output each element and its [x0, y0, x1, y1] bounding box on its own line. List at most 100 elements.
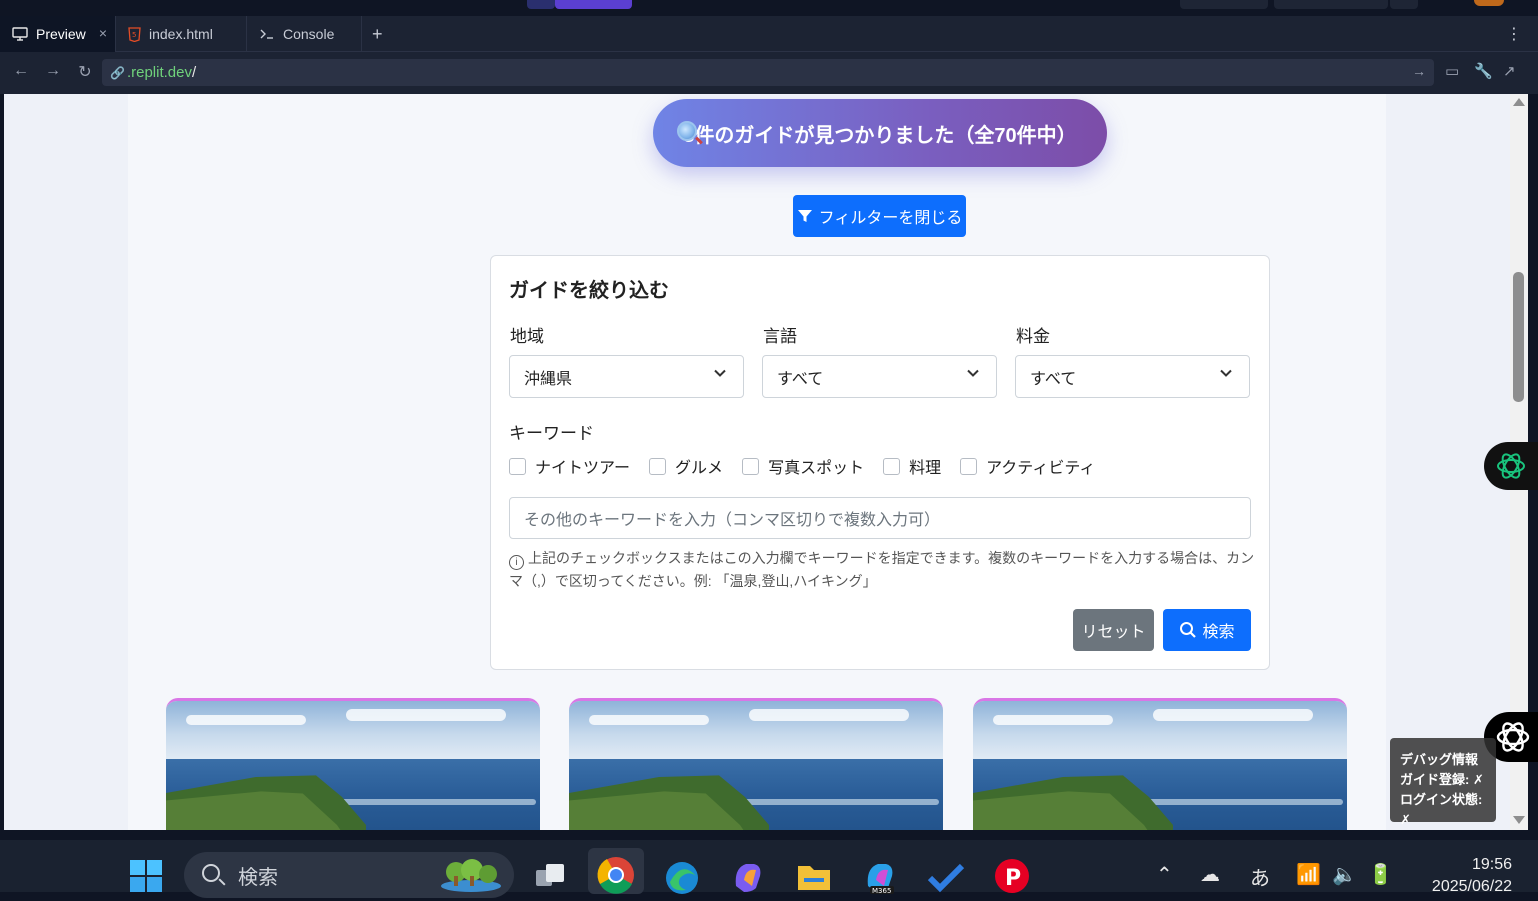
- url-input[interactable]: 🔗 .replit.dev / →: [102, 59, 1434, 86]
- search-icon: [1180, 622, 1197, 638]
- forward-arrow-icon[interactable]: →: [43, 62, 63, 80]
- add-tab-button[interactable]: +: [372, 24, 383, 45]
- magnifier-icon: [677, 121, 697, 141]
- keyword-checkboxes: ナイトツアー グルメ 写真スポット 料理 アクティビティ: [509, 454, 1095, 478]
- svg-text:5: 5: [132, 31, 136, 39]
- wifi-icon[interactable]: 📶: [1296, 862, 1321, 887]
- volume-icon[interactable]: 🔈: [1332, 862, 1357, 887]
- taskbar-clock[interactable]: 19:56 2025/06/22: [1420, 854, 1512, 898]
- page-content: 3件のガイドが見つかりました（全70件中） フィルターを閉じる ガイドを絞り込む…: [128, 94, 1386, 830]
- chatgpt-extension-button[interactable]: [1484, 442, 1538, 490]
- chevron-up-icon[interactable]: ⌃: [1156, 862, 1173, 887]
- language-select[interactable]: すべて: [762, 355, 997, 398]
- keyword-checkbox-activity[interactable]: アクティビティ: [960, 454, 1095, 478]
- reload-icon[interactable]: ↻: [75, 62, 95, 82]
- region-label: 地域: [510, 327, 544, 346]
- keyword-input-placeholder: その他のキーワードを入力（コンマ区切りで複数入力可）: [524, 512, 941, 529]
- tab-console[interactable]: Console: [247, 16, 362, 52]
- search-button-label: 検索: [1202, 624, 1235, 641]
- keyword-checkbox-gourmet[interactable]: グルメ: [649, 454, 723, 478]
- debug-guide-registered: ガイド登録: ✗: [1400, 772, 1484, 787]
- help-text: 上記のチェックボックスまたはこの入力欄でキーワードを指定できます。複数のキーワー…: [509, 550, 1255, 589]
- checkbox-label: ナイトツアー: [535, 460, 631, 477]
- devices-icon[interactable]: ▭: [1445, 62, 1459, 80]
- clock-time: 19:56: [1471, 856, 1512, 873]
- url-path: /: [192, 64, 197, 81]
- checkbox[interactable]: [960, 457, 978, 475]
- ime-indicator[interactable]: あ: [1250, 862, 1270, 891]
- price-label: 料金: [1016, 327, 1050, 346]
- checkbox-label: アクティビティ: [986, 460, 1096, 477]
- checkbox[interactable]: [509, 457, 526, 475]
- filter-panel: ガイドを絞り込む 地域 沖縄県 言語 すべて 料金 すべて キーワード ナイトツ…: [490, 255, 1270, 670]
- checkbox[interactable]: [649, 457, 667, 475]
- results-count-text: 3件のガイドが見つかりました（全70件中）: [683, 124, 1077, 147]
- onedrive-cloud-icon[interactable]: ☁: [1200, 862, 1220, 887]
- debug-login-state: ログイン状態: ✗: [1400, 792, 1483, 827]
- close-filter-button[interactable]: フィルターを閉じる: [793, 195, 966, 237]
- taskbar-search-box[interactable]: 検索: [184, 852, 514, 898]
- m365-taskbar-icon[interactable]: M365: [860, 856, 900, 896]
- windows-start-icon[interactable]: [128, 858, 164, 894]
- guide-card[interactable]: [166, 698, 540, 830]
- avatar[interactable]: [1474, 0, 1504, 6]
- taskbar-search-placeholder: 検索: [238, 866, 278, 889]
- filter-panel-title: ガイドを絞り込む: [509, 280, 669, 302]
- guide-card-image: [973, 701, 1347, 830]
- region-select[interactable]: 沖縄県: [509, 355, 744, 398]
- price-select[interactable]: すべて: [1015, 355, 1250, 398]
- chevron-down-icon: [714, 369, 726, 377]
- chrome-taskbar-icon[interactable]: [588, 848, 644, 894]
- go-arrow-icon[interactable]: →: [1412, 63, 1426, 79]
- keyword-input[interactable]: その他のキーワードを入力（コンマ区切りで複数入力可）: [509, 497, 1251, 539]
- info-icon: i: [509, 555, 524, 570]
- top-strip-segment: [1390, 0, 1418, 9]
- checkbox[interactable]: [883, 457, 901, 475]
- scroll-down-icon[interactable]: [1513, 816, 1525, 824]
- tab-index-html[interactable]: 5 index.html: [116, 16, 247, 52]
- edge-taskbar-icon[interactable]: [662, 856, 702, 896]
- todo-taskbar-icon[interactable]: [926, 856, 966, 896]
- top-strip-segment: [527, 0, 555, 9]
- reset-button[interactable]: リセット: [1073, 609, 1154, 651]
- back-arrow-icon[interactable]: ←: [11, 62, 31, 80]
- copilot-taskbar-icon[interactable]: [728, 856, 768, 896]
- scroll-up-icon[interactable]: [1513, 98, 1525, 106]
- more-options-icon[interactable]: ⋮: [1506, 24, 1522, 44]
- keyword-checkbox-photo-spot[interactable]: 写真スポット: [742, 454, 864, 478]
- keyword-help-text: i 上記のチェックボックスまたはこの入力欄でキーワードを指定できます。複数のキーワ…: [509, 547, 1255, 593]
- file-explorer-taskbar-icon[interactable]: [794, 856, 834, 896]
- language-label: 言語: [763, 327, 797, 346]
- battery-icon[interactable]: 🔋: [1368, 862, 1393, 887]
- wrench-icon[interactable]: 🔧: [1474, 62, 1493, 80]
- link-icon: 🔗: [110, 65, 125, 80]
- svg-text:P: P: [1005, 866, 1021, 891]
- window-top-strip: [0, 0, 1538, 16]
- keyword-checkbox-cooking[interactable]: 料理: [883, 454, 941, 478]
- html5-icon: 5: [128, 26, 141, 42]
- tab-preview[interactable]: Preview ×: [0, 16, 116, 52]
- pinterest-taskbar-icon[interactable]: P: [992, 856, 1032, 896]
- preview-viewport: 3件のガイドが見つかりました（全70件中） フィルターを閉じる ガイドを絞り込む…: [4, 94, 1510, 830]
- task-view-icon[interactable]: [530, 856, 570, 896]
- islands-illustration-icon: [441, 859, 501, 892]
- checkbox-label: 写真スポット: [768, 460, 865, 477]
- chevron-down-icon: [967, 369, 979, 377]
- guide-card[interactable]: [973, 698, 1347, 830]
- open-external-icon[interactable]: ↗: [1503, 62, 1516, 80]
- close-filter-label: フィルターを閉じる: [818, 210, 963, 227]
- openai-logo-icon: [1497, 453, 1525, 479]
- top-strip-segment-active: [555, 0, 632, 9]
- guide-card[interactable]: [569, 698, 943, 830]
- scrollbar-thumb[interactable]: [1513, 272, 1524, 402]
- close-icon[interactable]: ×: [99, 25, 107, 41]
- guide-card-image: [166, 701, 540, 830]
- search-button[interactable]: 検索: [1163, 609, 1251, 651]
- guide-card-image: [569, 701, 943, 830]
- terminal-icon: [260, 29, 273, 39]
- checkbox[interactable]: [742, 457, 760, 475]
- tab-label: index.html: [149, 26, 213, 42]
- keyword-checkbox-night-tour[interactable]: ナイトツアー: [509, 454, 630, 478]
- top-strip-segment: [1274, 0, 1388, 9]
- checkbox-label: 料理: [909, 460, 942, 477]
